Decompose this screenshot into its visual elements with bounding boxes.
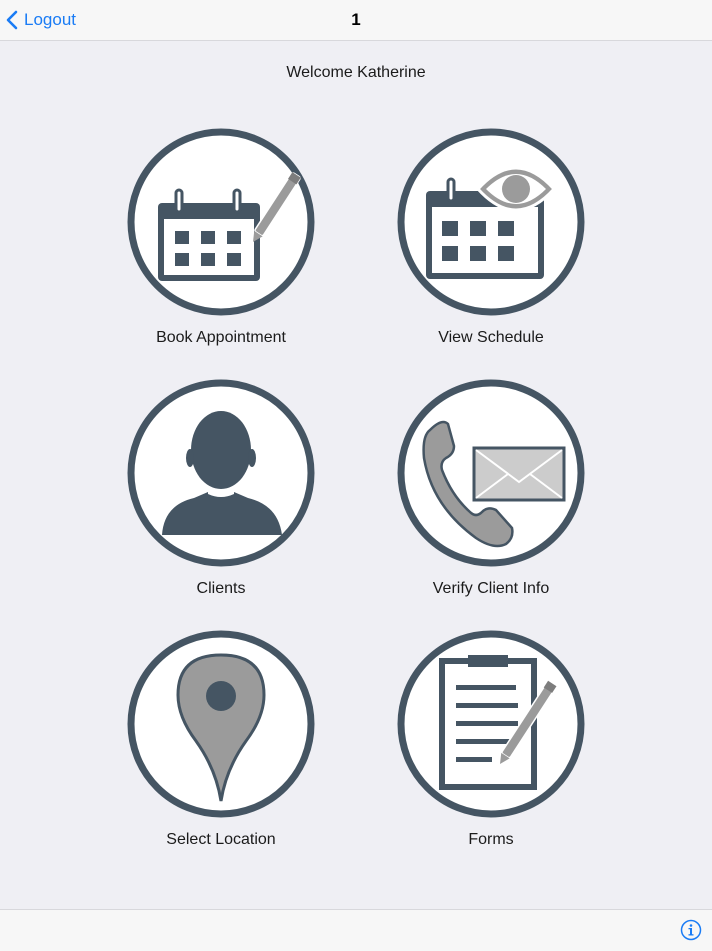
page-title: 1 <box>351 10 361 29</box>
book-appointment-label: Book Appointment <box>156 329 286 346</box>
person-icon <box>127 379 315 567</box>
clients-label: Clients <box>196 580 246 597</box>
select-location-label: Select Location <box>166 831 276 848</box>
clients-button[interactable]: Clients <box>111 378 331 618</box>
book-appointment-button[interactable]: Book Appointment <box>111 127 331 367</box>
map-pin-icon <box>127 630 315 818</box>
phone-envelope-icon <box>397 379 585 567</box>
bottom-toolbar <box>0 909 712 951</box>
verify-client-info-button[interactable]: Verify Client Info <box>381 378 601 618</box>
calendar-eye-icon <box>397 128 585 316</box>
forms-label: Forms <box>468 831 514 848</box>
verify-client-info-label: Verify Client Info <box>432 580 550 597</box>
calendar-pen-icon <box>127 128 315 316</box>
select-location-button[interactable]: Select Location <box>111 629 331 869</box>
forms-button[interactable]: Forms <box>381 629 601 869</box>
clipboard-pen-icon <box>397 630 585 818</box>
welcome-message: Welcome Katherine <box>286 64 426 81</box>
view-schedule-button[interactable]: View Schedule <box>381 127 601 367</box>
info-icon[interactable] <box>680 919 702 941</box>
view-schedule-label: View Schedule <box>438 329 544 346</box>
nav-bar: Logout 1 <box>0 0 712 41</box>
